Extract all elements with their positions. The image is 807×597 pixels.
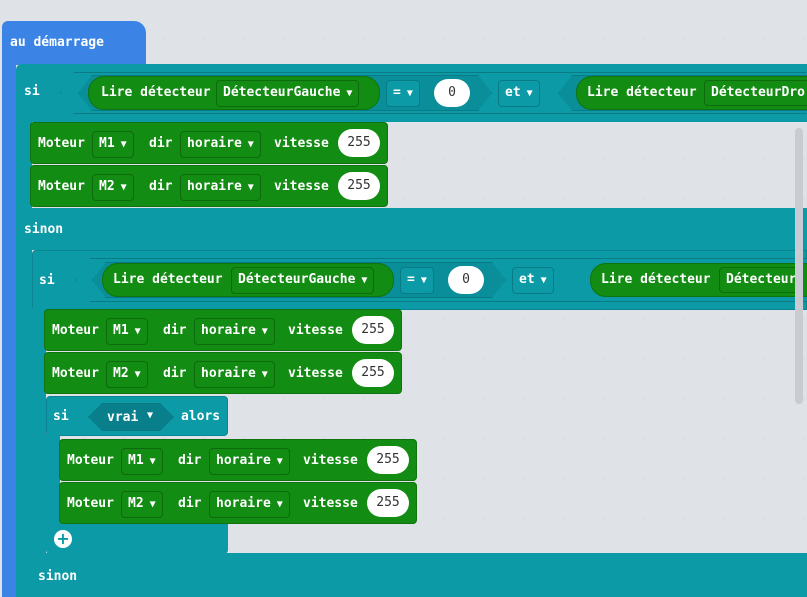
read-sensor-label: Lire détecteur: [113, 272, 223, 287]
speed-label: vitesse: [274, 179, 329, 194]
if-keyword: si: [39, 273, 55, 288]
dir-label: dir: [149, 179, 173, 194]
operator-dropdown[interactable]: = ▼: [386, 80, 420, 107]
motor-label: Moteur: [67, 496, 114, 511]
sensor-dropdown-right[interactable]: Détecteur: [719, 267, 804, 293]
read-sensor-label: Lire détecteur: [101, 85, 211, 100]
if-true-footer: [46, 522, 228, 554]
on-start-label: au démarrage: [10, 35, 104, 50]
motor-dropdown[interactable]: M2 ▼: [106, 361, 148, 388]
vertical-scrollbar[interactable]: [795, 128, 803, 404]
then-keyword: alors: [181, 409, 221, 424]
compare-value[interactable]: 0: [434, 79, 470, 107]
outer-else-row[interactable]: sinon: [16, 208, 807, 250]
true-boolean-block[interactable]: vrai ▼: [88, 403, 174, 431]
dir-label: dir: [149, 136, 173, 151]
operator-dropdown[interactable]: = ▼: [400, 267, 434, 294]
if-keyword: si: [24, 84, 40, 99]
motor-label: Moteur: [38, 136, 85, 151]
dir-label: dir: [163, 323, 187, 338]
motor-block[interactable]: Moteur M1 ▼ dir horaire ▼ vitesse 255: [30, 122, 388, 164]
motor-block[interactable]: Moteur M2 ▼ dir horaire ▼ vitesse 255: [59, 482, 417, 524]
read-sensor-label: Lire détecteur: [587, 85, 697, 100]
and-dropdown[interactable]: et ▼: [512, 267, 554, 294]
else-keyword: sinon: [38, 569, 78, 584]
motor-block[interactable]: Moteur M2 ▼ dir horaire ▼ vitesse 255: [30, 165, 388, 207]
chevron-down-icon[interactable]: ▼: [147, 410, 153, 421]
dir-label: dir: [163, 366, 187, 381]
sensor-dropdown[interactable]: DétecteurGauche ▼: [231, 267, 375, 294]
dir-label: dir: [178, 453, 202, 468]
sensor-dropdown-right[interactable]: DétecteurDro: [704, 80, 807, 106]
motor-block[interactable]: Moteur M2 ▼ dir horaire ▼ vitesse 255: [44, 352, 402, 394]
sensor-dropdown[interactable]: DétecteurGauche ▼: [216, 80, 360, 107]
speed-input[interactable]: 255: [338, 129, 380, 157]
motor-label: Moteur: [52, 366, 99, 381]
direction-dropdown[interactable]: horaire ▼: [180, 174, 261, 201]
speed-input[interactable]: 255: [338, 172, 380, 200]
motor-dropdown[interactable]: M1 ▼: [92, 131, 134, 158]
direction-dropdown[interactable]: horaire ▼: [194, 361, 275, 388]
inner-else-row[interactable]: sinon: [32, 553, 807, 597]
read-sensor-label: Lire détecteur: [601, 272, 711, 287]
speed-input[interactable]: 255: [352, 316, 394, 344]
speed-label: vitesse: [303, 453, 358, 468]
motor-block[interactable]: Moteur M1 ▼ dir horaire ▼ vitesse 255: [44, 309, 402, 351]
direction-dropdown[interactable]: horaire ▼: [194, 318, 275, 345]
chevron-down-icon: ▼: [406, 88, 413, 99]
motor-dropdown[interactable]: M1 ▼: [121, 448, 163, 475]
speed-label: vitesse: [288, 323, 343, 338]
motor-label: Moteur: [67, 453, 114, 468]
chevron-down-icon: ▼: [526, 88, 533, 99]
true-label: vrai: [107, 410, 139, 425]
speed-label: vitesse: [303, 496, 358, 511]
if-keyword: si: [53, 409, 69, 424]
on-start-spine: [2, 60, 16, 597]
motor-dropdown[interactable]: M1 ▼: [106, 318, 148, 345]
if-true-spine: [46, 434, 60, 524]
speed-label: vitesse: [274, 136, 329, 151]
chevron-down-icon: ▼: [346, 88, 353, 99]
speed-input[interactable]: 255: [367, 489, 409, 517]
motor-label: Moteur: [38, 179, 85, 194]
motor-label: Moteur: [52, 323, 99, 338]
direction-dropdown[interactable]: horaire ▼: [209, 491, 290, 518]
motor-dropdown[interactable]: M2 ▼: [92, 174, 134, 201]
and-dropdown[interactable]: et ▼: [498, 80, 540, 107]
add-branch-icon[interactable]: +: [54, 530, 72, 548]
dir-label: dir: [178, 496, 202, 511]
outer-else-spine: [16, 248, 32, 597]
on-start-block[interactable]: au démarrage: [2, 21, 146, 65]
speed-label: vitesse: [288, 366, 343, 381]
speed-input[interactable]: 255: [367, 446, 409, 474]
direction-dropdown[interactable]: horaire ▼: [209, 448, 290, 475]
compare-value[interactable]: 0: [448, 266, 484, 294]
motor-dropdown[interactable]: M2 ▼: [121, 491, 163, 518]
motor-block[interactable]: Moteur M1 ▼ dir horaire ▼ vitesse 255: [59, 439, 417, 481]
direction-dropdown[interactable]: horaire ▼: [180, 131, 261, 158]
speed-input[interactable]: 255: [352, 359, 394, 387]
else-keyword: sinon: [24, 222, 64, 237]
